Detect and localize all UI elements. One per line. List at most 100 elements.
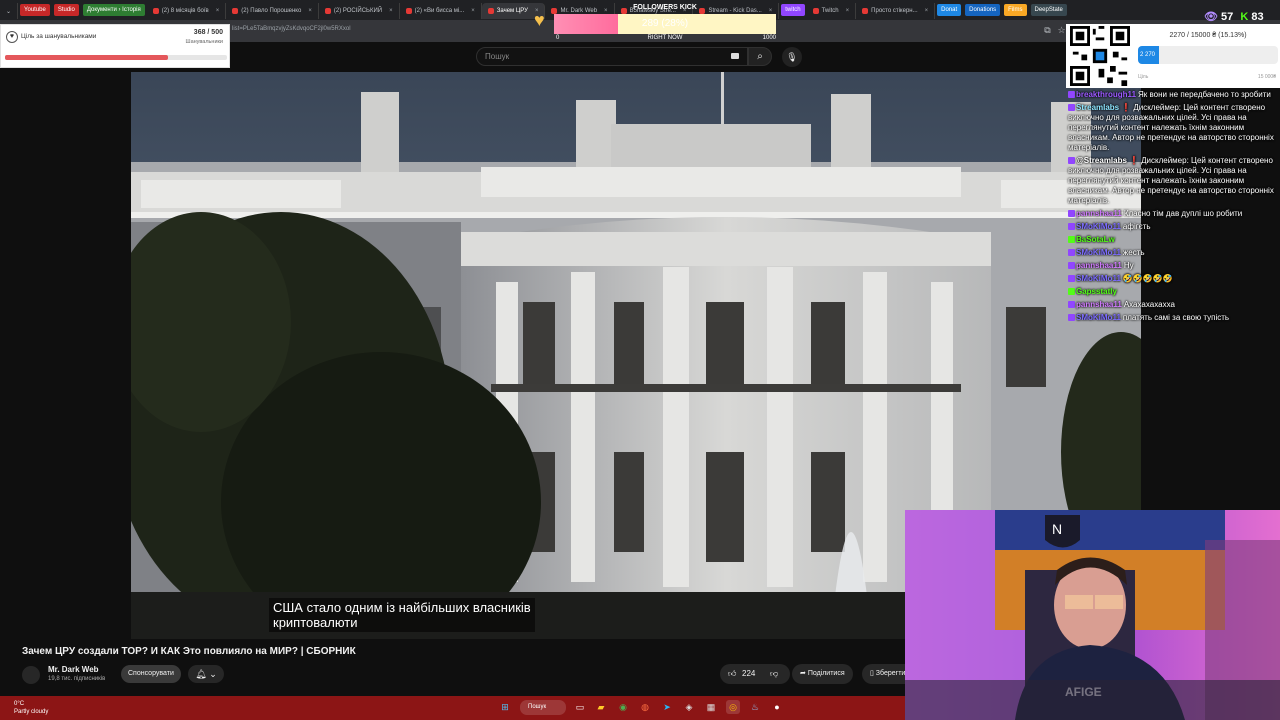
tab-search-icon[interactable]: ⌄	[0, 3, 19, 19]
chat-username: Gapsstatly	[1076, 287, 1117, 296]
browser-tab[interactable]: Studio	[53, 4, 79, 16]
subtitle-line-1: США стало одним із найбільших власників	[273, 600, 531, 615]
share-button[interactable]: ➦ Поділитися	[792, 664, 853, 684]
close-tab-icon[interactable]: ×	[308, 8, 312, 14]
chat-message: pannshaa11 Ну	[1068, 261, 1280, 271]
browser-tab[interactable]: DeepState	[1030, 4, 1067, 16]
close-tab-icon[interactable]: ×	[389, 8, 393, 14]
weather-widget[interactable]: 0°C Partly cloudy	[14, 700, 48, 716]
url-text[interactable]: list=PLe5TaBmqzvjyZsKdvqoCF2jl0w5RXxol	[232, 26, 351, 32]
tab-favicon-icon	[812, 8, 819, 14]
browser-tab[interactable]: Документи › Історія	[82, 4, 145, 16]
browser-tab[interactable]: (2) РОСІЙСЬКИЙ ×	[319, 3, 400, 19]
start-menu-icon[interactable]: ⊞	[498, 700, 512, 714]
browser-tab[interactable]: Donations	[965, 4, 1001, 16]
chat-text: 🤣🤣🤣🤣🤣	[1122, 274, 1173, 283]
platform-badge-icon	[1068, 249, 1075, 256]
like-count: 224	[742, 669, 756, 678]
viewer-counts: 👁︎ 57 K 83	[1204, 10, 1264, 23]
close-tab-icon[interactable]: ×	[216, 8, 220, 14]
close-tab-icon[interactable]: ×	[925, 8, 929, 14]
search-input[interactable]: Пошук	[476, 47, 748, 66]
search-button[interactable]: ⌕	[748, 47, 772, 66]
telegram-icon[interactable]: ➤	[660, 700, 674, 714]
dislike-icon[interactable]: 👎︎	[770, 664, 778, 684]
goal-logo-icon: ♥	[6, 31, 18, 43]
voice-search-button[interactable]: 🎙	[782, 47, 802, 67]
browser-tab[interactable]: Films	[1004, 4, 1027, 16]
browser-tab[interactable]: twitch	[781, 4, 805, 16]
taskbar-search-label: Пошук	[528, 704, 547, 710]
kick-icon: K	[1240, 11, 1249, 23]
close-tab-icon[interactable]: ×	[471, 8, 475, 14]
channel-name[interactable]: Mr. Dark Web	[48, 665, 99, 674]
qr-code-icon	[1070, 26, 1130, 86]
chat-username: @Streamlabs	[1076, 156, 1127, 165]
keyboard-icon[interactable]	[731, 53, 739, 59]
app-icon[interactable]: ◈	[682, 700, 696, 714]
browser-tab-label: Donations	[969, 7, 997, 13]
browser-tab-label: (2) Павло Порошенко	[241, 8, 302, 14]
stream-chat-overlay: breakthrough11 Як вони не передбачено то …	[1068, 90, 1280, 326]
browser-tab-label: (2) «Ви бисса мі...	[414, 8, 465, 14]
twitch-viewers: 57	[1221, 11, 1234, 23]
browser-tab-label: Youtube	[24, 7, 46, 13]
goal-progress-fill	[5, 55, 169, 60]
search-placeholder: Пошук	[485, 52, 510, 61]
tab-favicon-icon	[487, 8, 494, 14]
chat-username: SMoKiMo11	[1076, 274, 1121, 283]
platform-badge-icon	[1068, 314, 1075, 321]
sponsor-button[interactable]: Спонсорувати	[121, 665, 181, 683]
chat-text: платять самі за свою тупість	[1122, 313, 1230, 322]
obs-icon[interactable]: ●	[770, 700, 784, 714]
platform-badge-icon	[1068, 210, 1075, 217]
edge-icon[interactable]: ◉	[616, 700, 630, 714]
close-tab-icon[interactable]: ×	[846, 8, 850, 14]
platform-badge-icon	[1068, 236, 1075, 243]
firefox-icon[interactable]: ◍	[638, 700, 652, 714]
browser-tab[interactable]: (2) Павло Порошенко ×	[226, 3, 319, 19]
calculator-icon[interactable]: ▦	[704, 700, 718, 714]
tab-favicon-icon	[405, 8, 412, 14]
taskbar-search[interactable]: Пошук	[520, 700, 566, 715]
platform-badge-icon	[1068, 275, 1075, 282]
tab-favicon-icon	[862, 8, 869, 14]
browser-tab-label: (2) РОСІЙСЬКИЙ	[333, 8, 383, 14]
browser-tab-label: Документи › Історія	[86, 7, 141, 13]
twitch-icon: 👁︎	[1204, 11, 1218, 23]
browser-tab[interactable]: (2) 8 місяців боїв ×	[147, 3, 227, 19]
tab-favicon-icon	[152, 8, 159, 14]
browser-tab-label: twitch	[785, 7, 801, 13]
chat-username: pannshaa11	[1076, 300, 1122, 309]
like-icon[interactable]: 👍︎	[728, 664, 736, 684]
install-icon[interactable]: ⧉	[1042, 25, 1053, 36]
steam-icon[interactable]: ♨	[748, 700, 762, 714]
followers-goal-label: FOLLOWERS KICK	[633, 4, 697, 11]
weather-desc: Partly cloudy	[14, 709, 49, 715]
file-explorer-icon[interactable]: ▰	[594, 700, 608, 714]
browser-tab[interactable]: Donat	[937, 4, 962, 16]
chat-username: breakthrough11	[1076, 90, 1137, 99]
task-view-icon[interactable]: ▭	[573, 700, 587, 714]
browser-tab[interactable]: (2) «Ви бисса мі... ×	[400, 3, 482, 19]
browser-tab-label: Films	[1008, 7, 1023, 13]
browser-tab[interactable]: Просто стікерн... ×	[856, 3, 936, 19]
browser-tab-label: Зачем ЦРУ	[496, 8, 528, 14]
chat-message: Gapsstatly	[1068, 287, 1280, 297]
chat-username: SMoKiMo11	[1076, 313, 1121, 322]
browser-tab-label: DeepState	[1034, 7, 1063, 13]
browser-tab-label: Просто стікерн...	[871, 8, 918, 14]
chat-text: Як вони не передбачено то зробити	[1138, 90, 1271, 99]
donation-min-label: Ціль	[1138, 74, 1149, 80]
channel-avatar[interactable]	[22, 666, 40, 684]
followers-center-label: RIGHT NOW	[647, 35, 683, 41]
browser-tab[interactable]: Youtube	[20, 4, 50, 16]
notifications-button[interactable]: 🔔︎ ⌄	[188, 665, 224, 683]
video-subtitle: США стало одним із найбільших власників …	[269, 598, 535, 632]
browser-tab[interactable]: Twitch ×	[807, 3, 857, 19]
chat-message: Streamlabs ❗ Дисклеймер: Цей контент ство…	[1068, 103, 1280, 153]
chrome-icon[interactable]: ◎	[726, 700, 740, 714]
chat-message: SMoKiMo11 платять самі за свою тупість	[1068, 313, 1280, 323]
chat-text: Класно тім дав дуплі шо робити	[1123, 209, 1243, 218]
goal-unit: Шанувальники	[185, 39, 223, 45]
